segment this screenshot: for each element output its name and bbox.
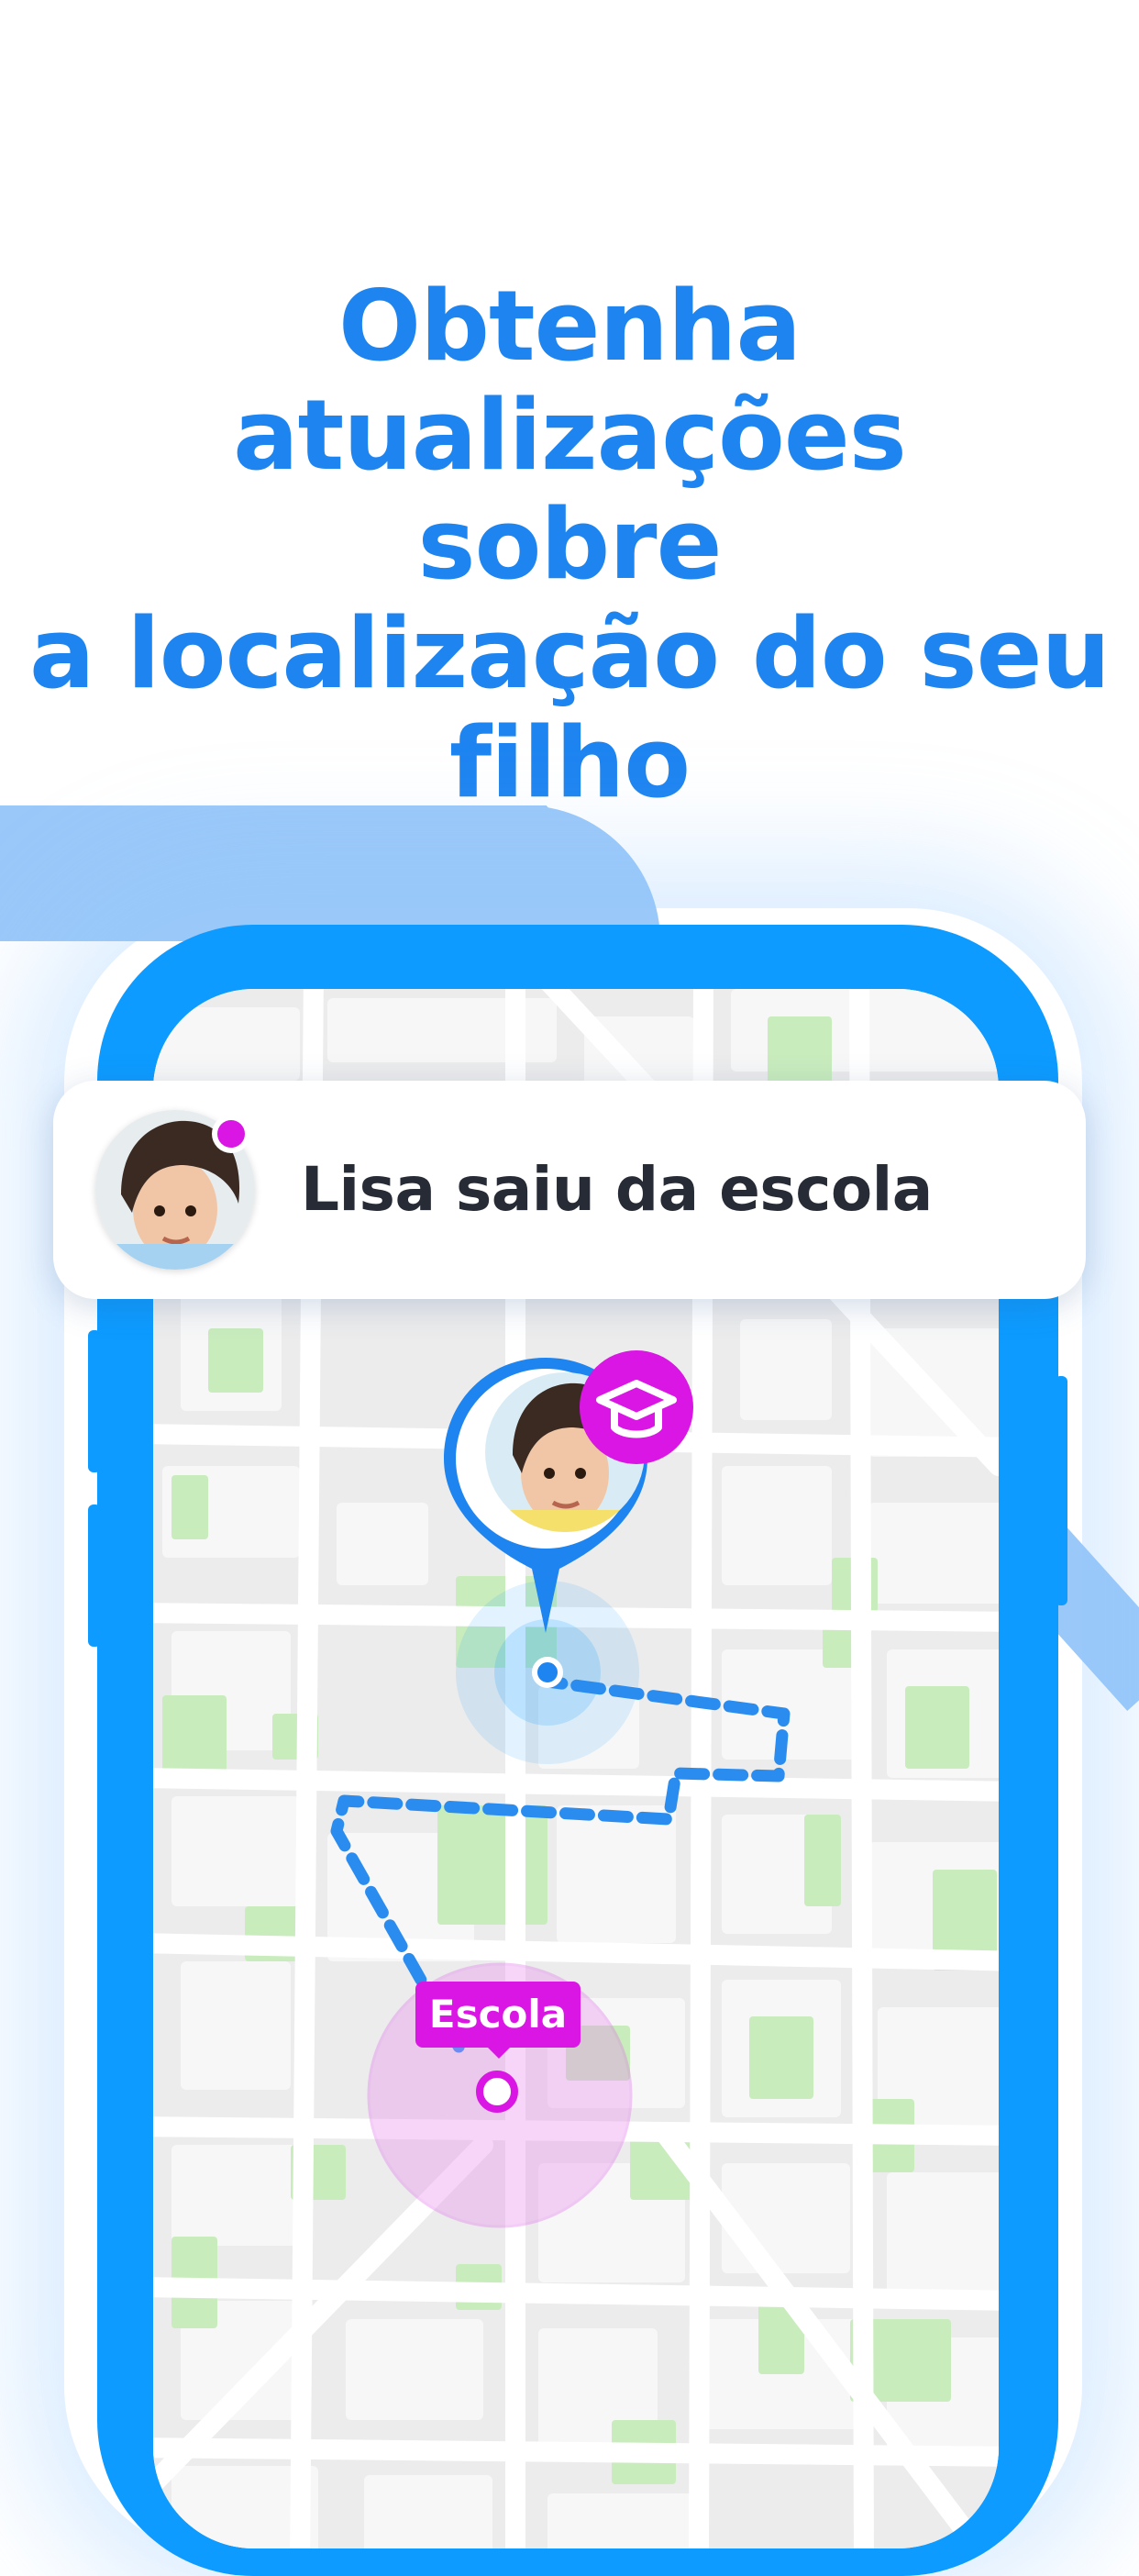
graduation-cap-icon <box>580 1350 693 1464</box>
status-dot <box>212 1115 250 1153</box>
phone-side-button <box>88 1330 101 1472</box>
phone-side-button <box>88 1505 101 1647</box>
child-location-dot <box>532 1657 563 1688</box>
page-headline: Obtenha atualizações sobre a localização… <box>0 272 1139 817</box>
notification-card[interactable]: Lisa saiu da escola <box>53 1081 1086 1299</box>
phone-power-button <box>1055 1376 1067 1605</box>
headline-line-4: filho <box>448 706 691 819</box>
headline-line-3: a localização do seu <box>29 597 1111 710</box>
school-marker[interactable] <box>476 2071 518 2113</box>
notification-text: Lisa saiu da escola <box>301 1154 933 1225</box>
school-label-tip <box>482 2042 515 2059</box>
school-label[interactable]: Escola <box>415 1982 581 2048</box>
headline-line-2: sobre <box>417 488 723 601</box>
headline-line-1: Obtenha atualizações <box>233 270 907 492</box>
